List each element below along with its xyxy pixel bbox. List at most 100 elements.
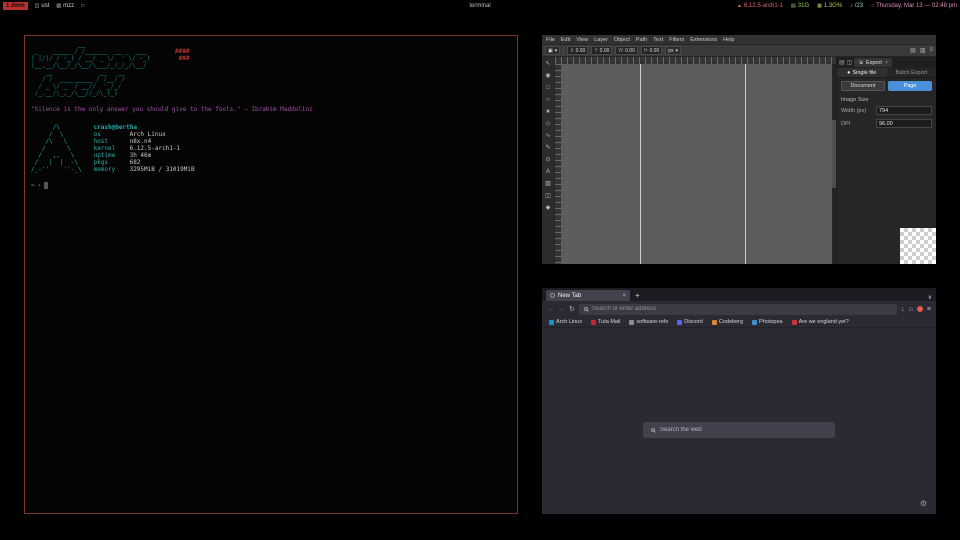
- canvas-scrollbar[interactable]: [832, 64, 836, 264]
- box-tool[interactable]: ◇: [543, 118, 554, 129]
- web-search-box[interactable]: [643, 422, 835, 438]
- canvas-area: [555, 57, 836, 264]
- bookmark-photopea[interactable]: Photopea: [752, 319, 783, 325]
- personalize-gear-icon[interactable]: ⚙: [920, 499, 927, 508]
- page-button[interactable]: Page: [888, 81, 932, 91]
- fetch-row-memory: memory3295MiB / 31019MiB: [94, 166, 195, 173]
- fetch-row-host: hostn8x.n4: [94, 138, 195, 145]
- export-mode-tabs: ●Single file Batch Export: [837, 68, 936, 78]
- export-dpi-input[interactable]: 96.00: [876, 119, 932, 128]
- app-menu-button[interactable]: ≡: [927, 306, 931, 313]
- bookmark-arch-linux[interactable]: Arch Linux: [549, 319, 582, 325]
- spiral-tool[interactable]: ∿: [543, 130, 554, 141]
- tab-bar: New Tab × + ∨: [542, 288, 936, 301]
- text-tool[interactable]: A: [543, 166, 554, 177]
- terminal-quote: "Silence is the only answer you should g…: [31, 106, 511, 113]
- clock-icon: ○: [871, 3, 874, 9]
- fastfetch-info: crash@bertha osArch Linux hostn8x.n4 ker…: [94, 124, 195, 173]
- address-bar[interactable]: [579, 304, 897, 315]
- scale-corners-icon[interactable]: ▥: [920, 47, 926, 54]
- ellipse-tool[interactable]: ○: [543, 94, 554, 105]
- menu-file[interactable]: File: [546, 37, 555, 43]
- toolbar-right-icons: ▤ ▥ ≡: [910, 47, 933, 54]
- pen-tool[interactable]: ⊙: [543, 154, 554, 165]
- dock-icon-2[interactable]: ◫: [847, 59, 853, 66]
- menu-help[interactable]: Help: [723, 37, 734, 43]
- scrollbar-thumb[interactable]: [832, 120, 836, 188]
- selection-mode-combo[interactable]: ▣▾: [545, 46, 560, 55]
- home-button[interactable]: ⌂: [909, 306, 913, 313]
- units-combo[interactable]: px▾: [665, 46, 681, 55]
- tab-batch-export[interactable]: Batch Export: [887, 68, 937, 77]
- dock-icon-1[interactable]: ▤: [839, 59, 845, 66]
- menu-view[interactable]: View: [576, 37, 588, 43]
- close-panel-icon[interactable]: ×: [885, 60, 888, 66]
- forward-button[interactable]: →: [558, 306, 565, 313]
- shell-prompt[interactable]: ~ ›: [31, 182, 511, 189]
- prompt-path: ~: [31, 182, 35, 189]
- status-segments: ▲6.12.5-arch1-1 ▤31G ▦1.3G% ♪/23 ○Thursd…: [737, 3, 957, 9]
- tool-options-toolbar: ▣▾ X0.00 Y0.00 W0.00 H0.00 px▾ ▤ ▥ ≡: [542, 44, 936, 57]
- menu-extensions[interactable]: Extensions: [690, 37, 717, 43]
- workspace-tag[interactable]: 1 dwm: [3, 2, 28, 10]
- y-field[interactable]: Y0.00: [591, 46, 612, 55]
- status-kernel: ▲6.12.5-arch1-1: [737, 3, 783, 9]
- menu-path[interactable]: Path: [636, 37, 647, 43]
- back-button[interactable]: ←: [547, 306, 554, 313]
- menu-object[interactable]: Object: [614, 37, 630, 43]
- export-tab[interactable]: ⇲ Export ×: [854, 58, 892, 67]
- web-search-input[interactable]: [660, 427, 827, 433]
- paint-bucket-tool[interactable]: ◆: [543, 202, 554, 213]
- bookmark-folder-software-refs[interactable]: software-refs: [629, 319, 668, 325]
- star-tool[interactable]: ★: [543, 106, 554, 117]
- codeberg-favicon-icon: [712, 320, 717, 325]
- gradient-tool[interactable]: ▨: [543, 178, 554, 189]
- node-tool[interactable]: ◉: [543, 70, 554, 81]
- scale-stroke-icon[interactable]: ▤: [910, 47, 916, 54]
- menu-layer[interactable]: Layer: [594, 37, 608, 43]
- terminal-window[interactable]: __ _ _____ / /______ __ _ ___ | |/|/ / -…: [24, 35, 518, 514]
- dropper-tool[interactable]: ◫: [543, 190, 554, 201]
- fetch-row-uptime: uptime3h 46m: [94, 152, 195, 159]
- bookmarks-bar: Arch Linux Tuta Mail software-refs Disco…: [542, 317, 936, 328]
- menu-edit[interactable]: Edit: [561, 37, 570, 43]
- downloads-button[interactable]: ↓: [901, 306, 905, 313]
- drawing-canvas[interactable]: [561, 64, 832, 264]
- height-field[interactable]: H0.00: [641, 46, 662, 55]
- fetch-row-kernel: kernel6.12.5-arch1-1: [94, 145, 195, 152]
- bookmark-are-we-england-yet[interactable]: Are we england yet?: [792, 319, 849, 325]
- menu-text[interactable]: Text: [653, 37, 663, 43]
- bar-item-empty[interactable]: □: [81, 3, 84, 9]
- close-tab-icon[interactable]: ×: [622, 293, 626, 299]
- tuta-favicon-icon: [591, 320, 596, 325]
- menu-filters[interactable]: Filters: [669, 37, 684, 43]
- status-volume: ♪/23: [850, 3, 863, 9]
- rectangle-tool[interactable]: □: [543, 82, 554, 93]
- selector-tool[interactable]: ↖: [543, 58, 554, 69]
- dpi-label: DPI: [841, 121, 873, 127]
- width-field[interactable]: W0.00: [615, 46, 637, 55]
- export-width-input[interactable]: 794: [876, 106, 932, 115]
- new-tab-button[interactable]: +: [635, 290, 640, 301]
- tab-new-tab[interactable]: New Tab ×: [546, 290, 630, 301]
- folder-icon: [629, 320, 634, 325]
- profile-avatar[interactable]: [917, 306, 923, 312]
- tab-single-file[interactable]: ●Single file: [837, 68, 887, 77]
- bookmark-tuta-mail[interactable]: Tuta Mail: [591, 319, 620, 325]
- desktop: { "topbar": { "tag": "1 dwm", "items": […: [0, 0, 960, 540]
- bar-item-ust[interactable]: ◫ ust: [35, 3, 50, 9]
- prompt-chevron: ›: [38, 182, 42, 189]
- list-tabs-chevron-icon[interactable]: ∨: [928, 294, 932, 301]
- horizontal-ruler[interactable]: [555, 57, 836, 64]
- toolbar-menu-icon[interactable]: ≡: [929, 47, 933, 54]
- document-button[interactable]: Document: [841, 81, 885, 91]
- reload-button[interactable]: ↻: [569, 305, 575, 313]
- bar-item-mzz[interactable]: ▨ mzz: [56, 3, 74, 9]
- x-field[interactable]: X0.00: [567, 46, 588, 55]
- england-favicon-icon: [792, 320, 797, 325]
- bookmark-codeberg[interactable]: Codeberg: [712, 319, 743, 325]
- bookmark-discord[interactable]: Discord: [677, 319, 703, 325]
- address-input[interactable]: [592, 306, 892, 312]
- fastfetch-block: /\ / \ /\ \ / \ / ,, \ / | | -\ /_-'' ''…: [31, 124, 511, 173]
- pencil-tool[interactable]: ✎: [543, 142, 554, 153]
